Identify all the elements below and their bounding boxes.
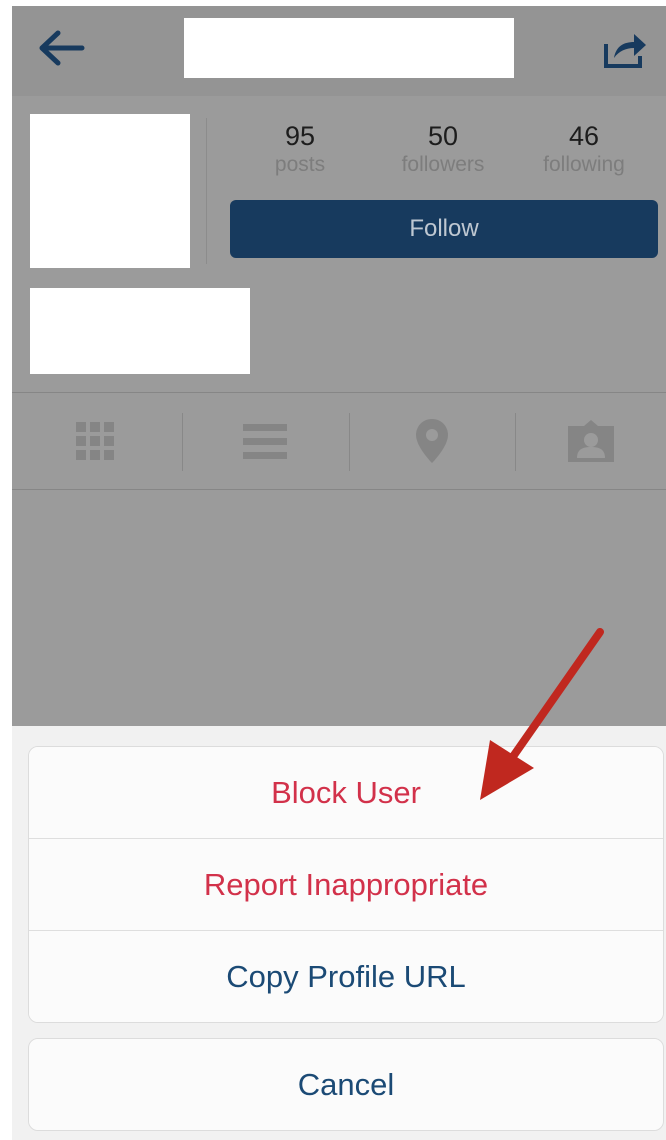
- stat-followers[interactable]: 50 followers: [381, 120, 505, 178]
- username-title-redacted: [184, 18, 514, 78]
- action-sheet-cancel-group: Cancel: [28, 1038, 664, 1131]
- follow-button[interactable]: Follow: [230, 200, 658, 258]
- top-navigation-bar: [12, 6, 666, 96]
- share-icon[interactable]: [602, 30, 648, 70]
- tab-grid[interactable]: [12, 393, 178, 489]
- location-pin-icon: [416, 419, 448, 463]
- tab-location[interactable]: [349, 393, 515, 489]
- profile-screen: 95 posts 50 followers 46 following Follo…: [12, 6, 666, 1140]
- tagged-person-icon: [567, 420, 614, 462]
- followers-label: followers: [401, 153, 485, 176]
- block-user-button[interactable]: Block User: [29, 747, 663, 839]
- stat-posts[interactable]: 95 posts: [238, 120, 362, 178]
- header-divider: [206, 118, 207, 264]
- profile-tab-bar: [12, 392, 666, 490]
- stat-following[interactable]: 46 following: [522, 120, 646, 178]
- arrow-left-icon[interactable]: [38, 28, 86, 68]
- avatar-redacted: [30, 114, 190, 268]
- action-sheet: Block User Report Inappropriate Copy Pro…: [12, 726, 666, 1140]
- list-icon: [243, 424, 287, 459]
- following-count: 46: [568, 121, 600, 151]
- posts-count: 95: [284, 121, 316, 151]
- following-label: following: [543, 153, 625, 176]
- copy-profile-url-button[interactable]: Copy Profile URL: [29, 931, 663, 1022]
- grid-icon: [76, 422, 114, 460]
- profile-name-redacted: [30, 288, 250, 374]
- tab-list[interactable]: [182, 393, 348, 489]
- followers-count: 50: [427, 121, 459, 151]
- report-inappropriate-button[interactable]: Report Inappropriate: [29, 839, 663, 931]
- cancel-button[interactable]: Cancel: [29, 1039, 663, 1130]
- action-sheet-options: Block User Report Inappropriate Copy Pro…: [28, 746, 664, 1023]
- tab-tagged[interactable]: [515, 393, 666, 489]
- posts-label: posts: [274, 153, 326, 176]
